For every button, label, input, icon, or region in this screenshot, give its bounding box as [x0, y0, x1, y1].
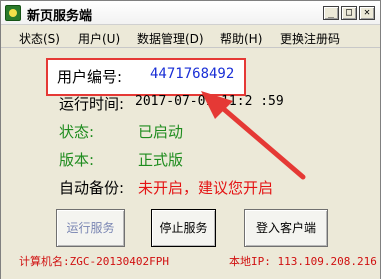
- run-service-button[interactable]: 运行服务: [56, 209, 125, 247]
- main-content: 用户编号: 4471768492 运行时间: 2017-07-01 11:2 :…: [1, 49, 380, 279]
- state-value: 已启动: [138, 123, 184, 141]
- version-label: 版本:: [59, 151, 95, 169]
- menu-status[interactable]: 状态(S): [19, 30, 60, 47]
- user-id-label: 用户编号:: [57, 68, 123, 86]
- local-ip-status: 本地IP: 113.109.208.216: [229, 255, 377, 268]
- minimize-button[interactable]: _: [323, 6, 339, 20]
- menu-user[interactable]: 用户(U): [78, 30, 120, 47]
- computer-name-status: 计算机名:ZGC-20130402FPH: [19, 255, 169, 268]
- backup-value: 未开启，建议您开启: [138, 179, 274, 197]
- app-icon: [5, 5, 21, 21]
- stop-service-button[interactable]: 停止服务: [151, 209, 216, 247]
- close-button[interactable]: ✕: [359, 6, 375, 20]
- menu-help[interactable]: 帮助(H): [220, 30, 262, 47]
- login-client-button[interactable]: 登入客户端: [244, 209, 328, 247]
- user-id-value: 4471768492: [150, 66, 235, 82]
- maximize-button[interactable]: □: [341, 6, 357, 20]
- menu-bar: 状态(S) 用户(U) 数据管理(D) 帮助(H) 更换注册码: [1, 26, 380, 48]
- menu-data-management[interactable]: 数据管理(D): [137, 30, 204, 47]
- runtime-label: 运行时间:: [59, 95, 125, 113]
- state-label: 状态:: [59, 123, 95, 141]
- app-window: 新页服务端 _ □ ✕ 状态(S) 用户(U) 数据管理(D) 帮助(H) 更换…: [0, 0, 381, 279]
- window-title: 新页服务端: [27, 9, 93, 24]
- menu-change-registration[interactable]: 更换注册码: [280, 30, 340, 47]
- title-bar[interactable]: 新页服务端 _ □ ✕: [1, 1, 380, 25]
- backup-label: 自动备份:: [59, 179, 125, 197]
- runtime-value: 2017-07-01 11:2 :59: [135, 94, 284, 109]
- version-value: 正式版: [138, 151, 184, 169]
